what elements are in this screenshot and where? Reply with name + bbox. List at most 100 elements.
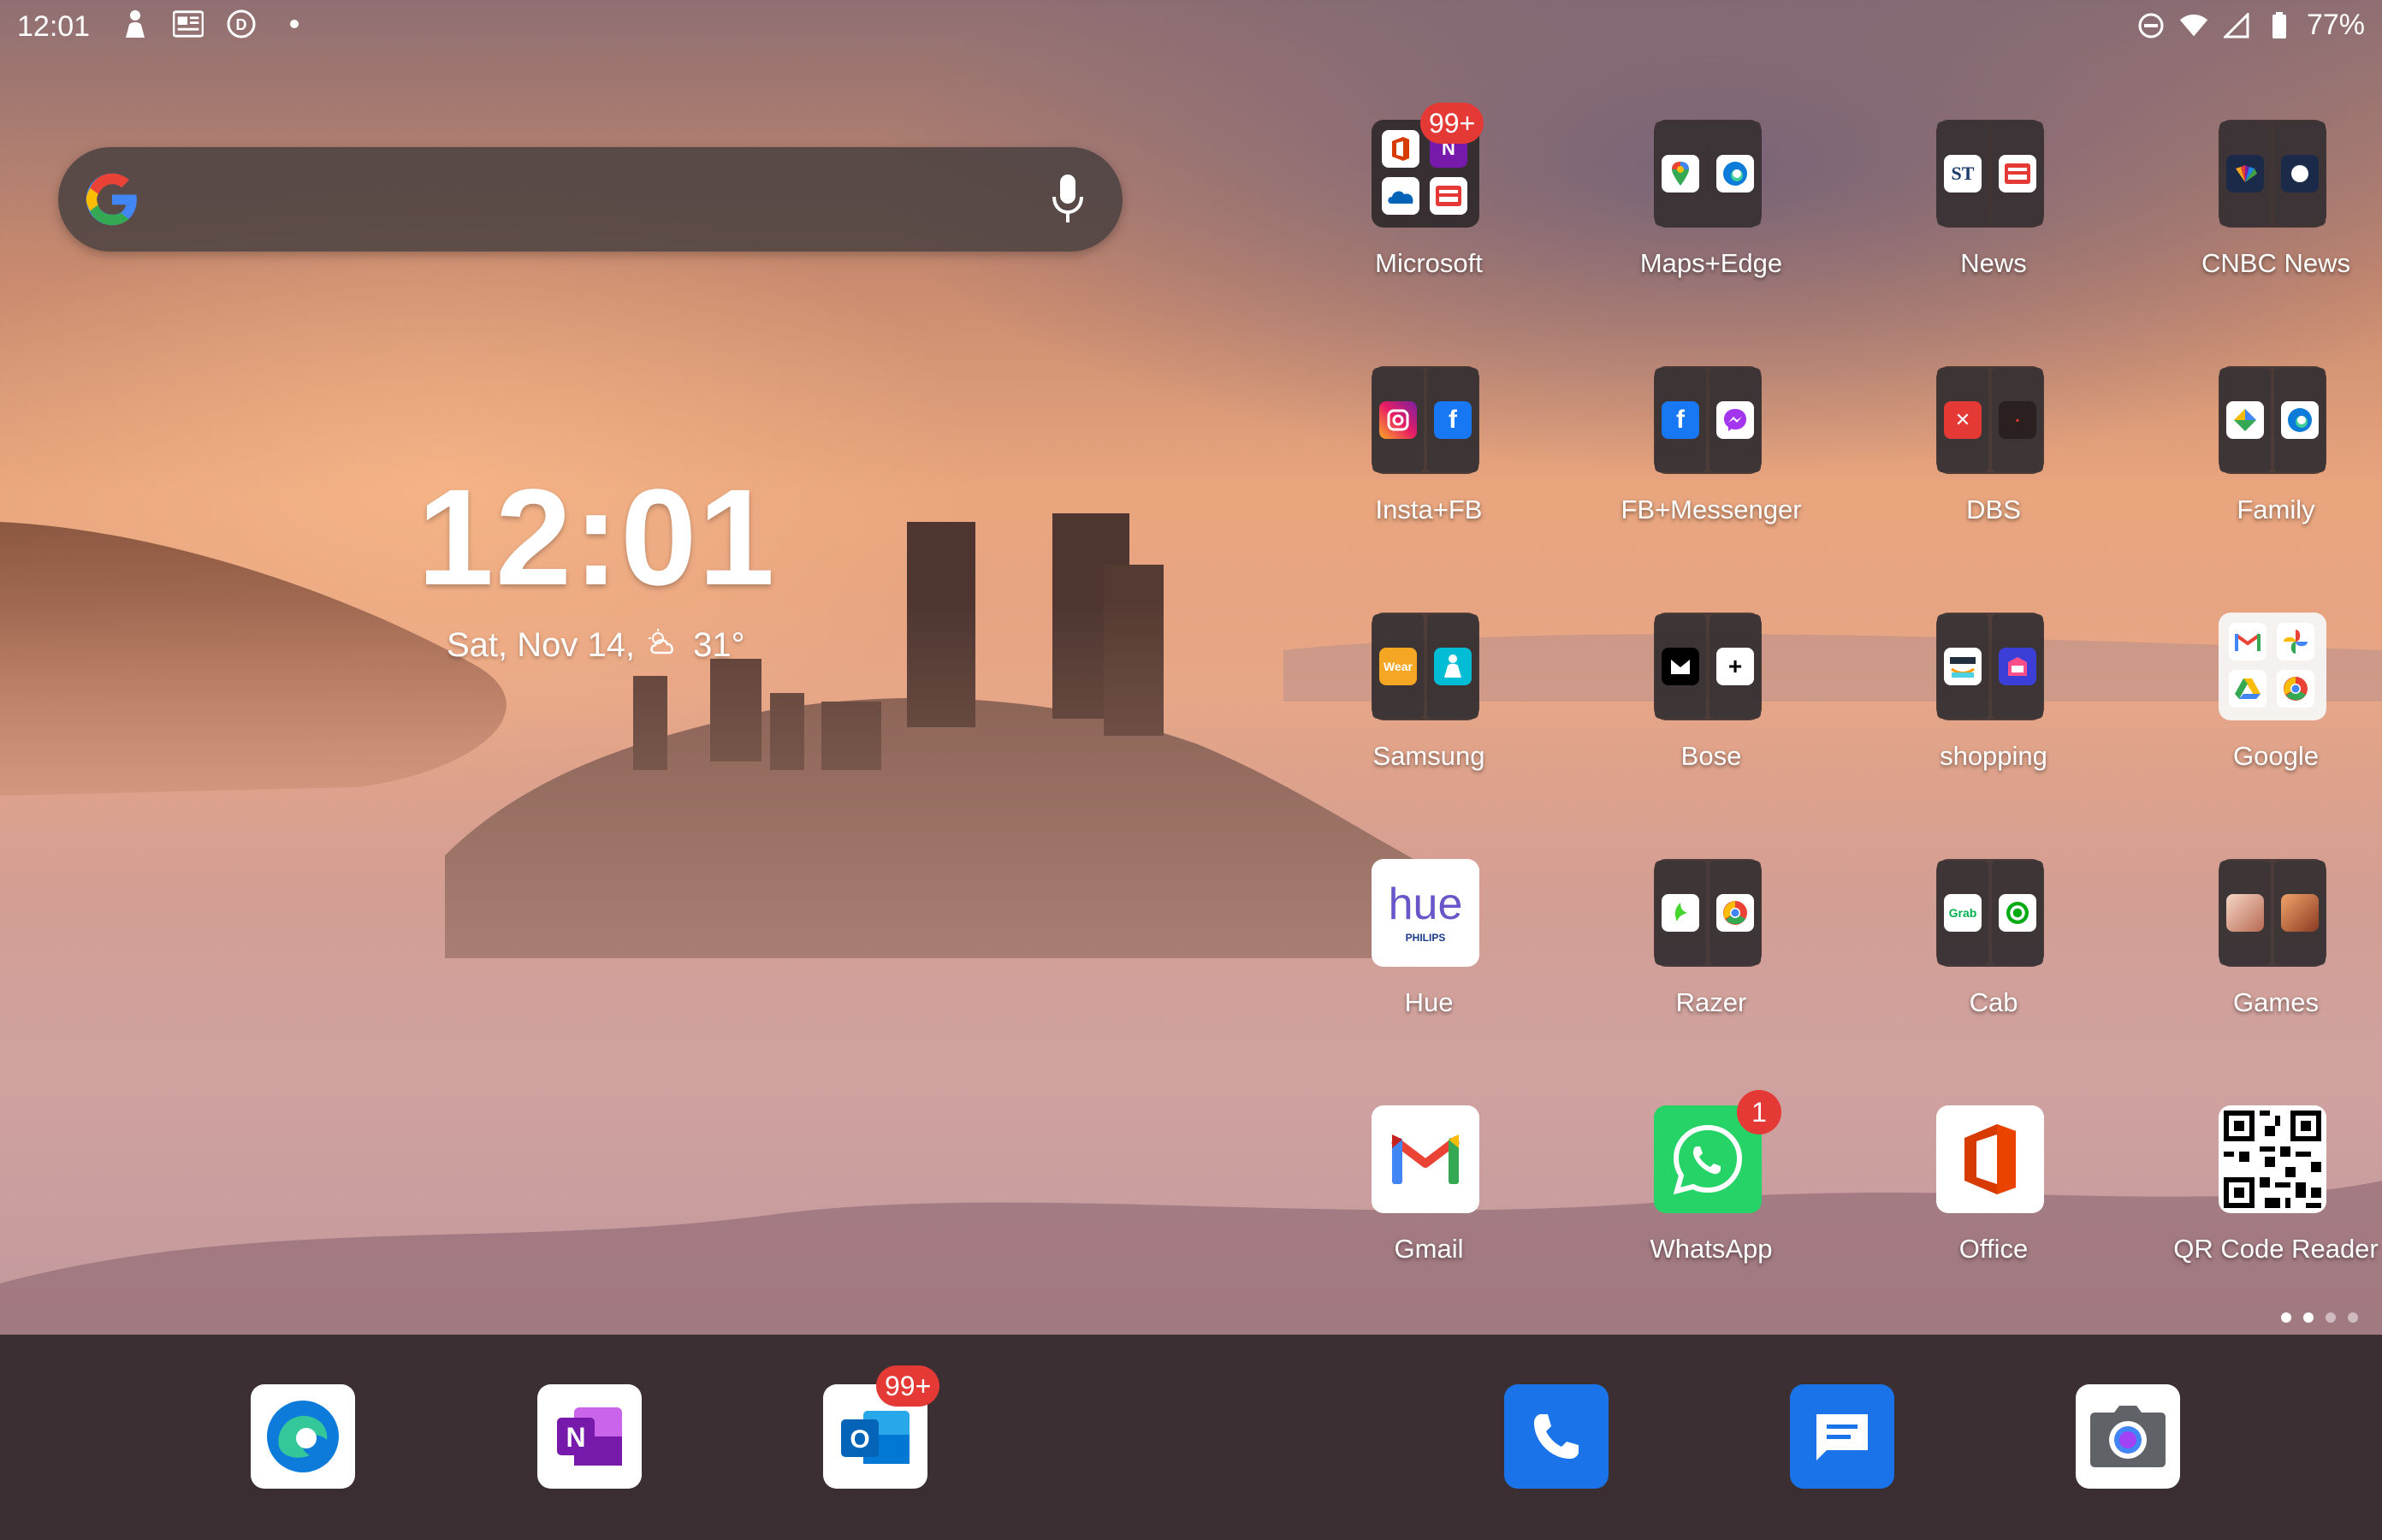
signal-icon [2221,10,2252,41]
app-hue[interactable]: hue PHILIPS Hue [1318,850,1540,1056]
app-label: Hue [1404,987,1454,1017]
samsung-folder-icon[interactable]: Wear [1372,613,1479,720]
philips-text: PHILIPS [1405,932,1446,944]
clock-widget-date[interactable]: Sat, Nov 14, 31° [447,626,745,665]
hue-app-icon[interactable]: hue PHILIPS [1372,859,1479,967]
cnbc-icon [2226,155,2264,192]
bose-connect-icon: + [1716,648,1754,685]
battery-percent: 77% [2306,9,2365,41]
folder-news[interactable]: ST News [1882,111,2105,317]
page-dot [2303,1312,2314,1323]
folder-samsung[interactable]: Wear Samsung [1318,604,1540,809]
folder-google[interactable]: Google [2165,604,2382,809]
folder-microsoft[interactable]: N 99+ Microsoft [1318,103,1540,317]
google-search-bar[interactable] [58,147,1123,252]
game-icon-2 [2281,894,2319,932]
games-folder-icon[interactable] [2219,859,2326,967]
folder-games[interactable]: Games [2165,850,2382,1056]
grab-icon: Grab [1944,894,1982,932]
dbs-icon: ✕ [1944,401,1982,439]
app-label: Razer [1675,987,1747,1017]
bose-music-icon [1662,648,1699,685]
messages-icon[interactable] [1790,1384,1894,1489]
cnbc-folder-icon[interactable] [2219,120,2326,228]
drive-mini-icon [2229,670,2266,708]
dbs-folder-icon[interactable]: ✕ ▪ [1936,366,2044,474]
cloudy-icon [647,626,681,665]
straits-times-icon: ST [1944,155,1982,192]
nbc-news-icon [2281,155,2319,192]
page-indicator [2281,1312,2358,1323]
photos-mini-icon [2277,623,2314,660]
lazada-icon [1999,648,2036,685]
news-mini-icon [1430,177,1467,215]
news-icon [173,9,204,39]
news-folder-icon[interactable]: ST [1936,120,2044,228]
family-folder-icon[interactable] [2219,366,2326,474]
gmail-icon[interactable] [1372,1105,1479,1213]
insta-fb-folder-icon[interactable]: f [1372,366,1479,474]
folder-maps-edge[interactable]: Maps+Edge [1600,111,1822,317]
folder-cnbc-news[interactable]: CNBC News [2165,111,2382,317]
razer-folder-icon[interactable] [1654,859,1762,967]
phone-icon[interactable] [1504,1384,1609,1489]
google-maps-icon [1662,155,1699,192]
bose-folder-icon[interactable]: + [1654,613,1762,720]
dnd-icon [2136,10,2166,41]
cab-folder-icon[interactable]: Grab [1936,859,2044,967]
folder-razer[interactable]: Razer [1600,850,1822,1056]
office-mini-icon [1382,130,1419,168]
paylah-icon: ▪ [1999,401,2036,439]
date-text: Sat, Nov 14, [447,626,636,664]
status-time: 12:01 [17,10,91,43]
razer-icon [1662,894,1699,932]
edge-icon[interactable] [251,1384,355,1489]
fb-messenger-folder-icon[interactable]: f [1654,366,1762,474]
qr-code-icon[interactable] [2219,1105,2326,1213]
d-badge-icon: D [226,9,257,39]
app-grid: N 99+ Microsoft Maps+Edge ST News CNBC N… [1318,103,2379,1292]
svg-text:D: D [236,16,247,33]
folder-shopping[interactable]: shopping [1882,604,2105,809]
folder-insta-fb[interactable]: f Insta+FB [1318,358,1540,563]
app-label: FB+Messenger [1621,495,1802,524]
onedrive-mini-icon [1382,177,1419,215]
folder-cab[interactable]: Grab Cab [1882,850,2105,1056]
instagram-icon [1379,401,1417,439]
notification-badge: 1 [1737,1090,1781,1134]
facebook-icon: f [1662,401,1699,439]
folder-family[interactable]: Family [2165,358,2382,563]
onenote-icon[interactable]: N [537,1384,642,1489]
folder-bose[interactable]: + Bose [1600,604,1822,809]
office-icon[interactable] [1936,1105,2044,1213]
chrome-mini-icon [1716,894,1754,932]
app-whatsapp[interactable]: 1 WhatsApp [1600,1090,1822,1302]
app-label: Microsoft [1375,248,1483,278]
folder-fb-messenger[interactable]: f FB+Messenger [1600,358,1822,563]
wifi-icon [2178,10,2209,41]
app-label: Games [2233,987,2319,1017]
mic-icon[interactable] [1051,173,1085,226]
facebook-icon: f [1434,401,1472,439]
folder-dbs[interactable]: ✕ ▪ DBS [1882,358,2105,563]
family-link-icon [2226,401,2264,439]
galaxy-wear-icon: Wear [1379,648,1417,685]
camera-icon[interactable] [2076,1384,2180,1489]
dot-icon [279,9,310,39]
page-dot [2348,1312,2358,1323]
google-folder-icon[interactable] [2219,613,2326,720]
maps-edge-folder-icon[interactable] [1654,120,1762,228]
app-office[interactable]: Office [1882,1097,2105,1302]
temperature: 31° [693,626,745,664]
app-label: Insta+FB [1375,495,1483,524]
clock-widget-time[interactable]: 12:01 [418,469,776,606]
app-label: QR Code Reader [2173,1234,2379,1264]
amazon-icon [1944,648,1982,685]
app-qr-code-reader[interactable]: QR Code Reader [2165,1097,2382,1302]
shopping-folder-icon[interactable] [1936,613,2044,720]
app-gmail[interactable]: Gmail [1318,1097,1540,1302]
app-label: DBS [1966,495,2021,524]
google-g-icon[interactable] [84,171,140,228]
page-dot [2326,1312,2336,1323]
app-label: Bose [1680,741,1742,771]
